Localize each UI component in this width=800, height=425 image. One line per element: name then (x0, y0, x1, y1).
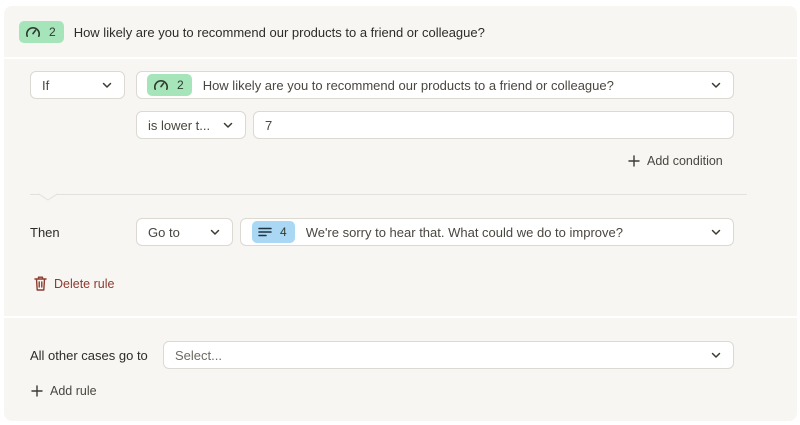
gauge-icon (25, 25, 41, 39)
section-divider (4, 316, 797, 318)
if-select[interactable]: If (30, 71, 125, 99)
add-condition-button[interactable]: Add condition (628, 154, 723, 168)
question-header: 2 How likely are you to recommend our pr… (4, 6, 797, 58)
action-select[interactable]: Go to (136, 218, 233, 246)
other-cases-select[interactable]: Select... (163, 341, 734, 369)
if-select-value: If (42, 77, 50, 93)
text-lines-icon (258, 226, 272, 238)
condition-question-select[interactable]: 2 How likely are you to recommend our pr… (136, 71, 734, 99)
chevron-down-icon (711, 352, 721, 358)
chevron-down-icon (711, 229, 721, 235)
condition-question-badge: 2 (147, 74, 192, 96)
target-question-select[interactable]: 4 We're sorry to hear that. What could w… (240, 218, 734, 246)
plus-icon (628, 155, 640, 167)
delete-rule-button[interactable]: Delete rule (34, 276, 114, 291)
rule-divider (30, 194, 747, 195)
other-cases-label: All other cases go to (30, 348, 148, 363)
condition-value: 7 (265, 117, 273, 133)
chevron-down-icon (711, 82, 721, 88)
trash-icon (34, 276, 47, 291)
question-title: How likely are you to recommend our prod… (73, 24, 485, 40)
chevron-down-icon (223, 122, 233, 128)
condition-question-text: How likely are you to recommend our prod… (202, 77, 614, 93)
header-divider (4, 57, 797, 59)
action-value: Go to (148, 224, 180, 240)
question-badge: 2 (19, 21, 64, 43)
operator-value: is lower t... (148, 117, 211, 133)
add-rule-button[interactable]: Add rule (31, 384, 97, 398)
target-question-number: 4 (280, 225, 287, 239)
target-question-text: We're sorry to hear that. What could we … (305, 224, 623, 240)
chevron-down-icon (210, 229, 220, 235)
question-number: 2 (49, 25, 56, 39)
target-question-badge: 4 (252, 221, 295, 243)
condition-value-input[interactable]: 7 (253, 111, 734, 139)
operator-select[interactable]: is lower t... (136, 111, 246, 139)
chevron-down-icon (102, 82, 112, 88)
plus-icon (31, 385, 43, 397)
add-condition-label: Add condition (647, 154, 723, 168)
condition-question-number: 2 (177, 78, 184, 92)
then-label: Then (30, 225, 60, 240)
delete-rule-label: Delete rule (54, 276, 115, 291)
other-cases-placeholder: Select... (175, 347, 222, 363)
logic-panel: 2 How likely are you to recommend our pr… (4, 6, 797, 421)
gauge-icon (153, 78, 169, 92)
add-rule-label: Add rule (50, 384, 97, 398)
divider-notch (38, 193, 58, 201)
